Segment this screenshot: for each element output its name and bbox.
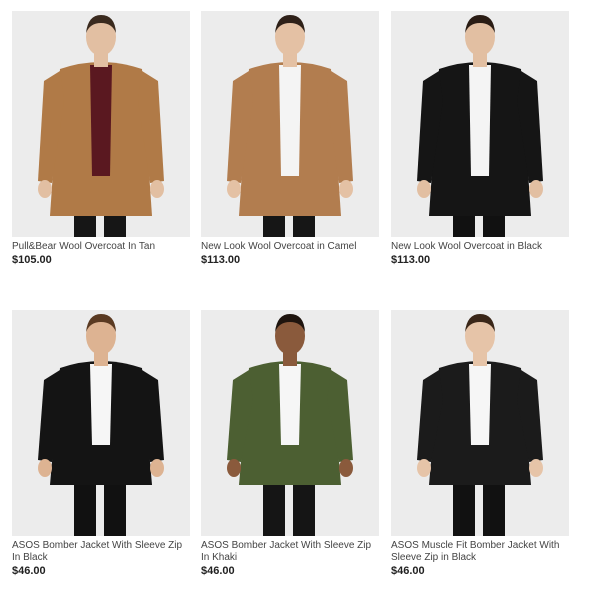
product-name[interactable]: ASOS Muscle Fit Bomber Jacket With Sleev… xyxy=(391,540,569,564)
product-photo xyxy=(12,310,190,536)
product-image[interactable] xyxy=(391,11,569,237)
product-price: $46.00 xyxy=(12,565,46,577)
product-name[interactable]: Pull&Bear Wool Overcoat In Tan xyxy=(12,241,190,253)
product-photo xyxy=(391,310,569,536)
product-name[interactable]: ASOS Bomber Jacket With Sleeve Zip In Kh… xyxy=(201,540,379,564)
product-image[interactable] xyxy=(201,11,379,237)
product-image[interactable] xyxy=(12,11,190,237)
product-price: $105.00 xyxy=(12,254,52,266)
product-price: $46.00 xyxy=(391,565,425,577)
product-card[interactable]: ASOS Muscle Fit Bomber Jacket With Sleev… xyxy=(391,310,569,578)
product-name[interactable]: ASOS Bomber Jacket With Sleeve Zip In Bl… xyxy=(12,540,190,564)
product-card[interactable]: ASOS Bomber Jacket With Sleeve Zip In Bl… xyxy=(12,310,190,578)
product-card[interactable]: Pull&Bear Wool Overcoat In Tan $105.00 xyxy=(12,11,190,267)
product-price: $46.00 xyxy=(201,565,235,577)
product-photo xyxy=(12,11,190,237)
product-image[interactable] xyxy=(201,310,379,536)
product-price: $113.00 xyxy=(201,254,241,266)
product-photo xyxy=(391,11,569,237)
product-image[interactable] xyxy=(391,310,569,536)
product-price: $113.00 xyxy=(391,254,431,266)
product-photo xyxy=(201,310,379,536)
product-name[interactable]: New Look Wool Overcoat in Black xyxy=(391,241,569,253)
product-photo xyxy=(201,11,379,237)
product-card[interactable]: ASOS Bomber Jacket With Sleeve Zip In Kh… xyxy=(201,310,379,578)
product-card[interactable]: New Look Wool Overcoat in Black $113.00 xyxy=(391,11,569,267)
product-card[interactable]: New Look Wool Overcoat in Camel $113.00 xyxy=(201,11,379,267)
product-name[interactable]: New Look Wool Overcoat in Camel xyxy=(201,241,379,253)
product-image[interactable] xyxy=(12,310,190,536)
